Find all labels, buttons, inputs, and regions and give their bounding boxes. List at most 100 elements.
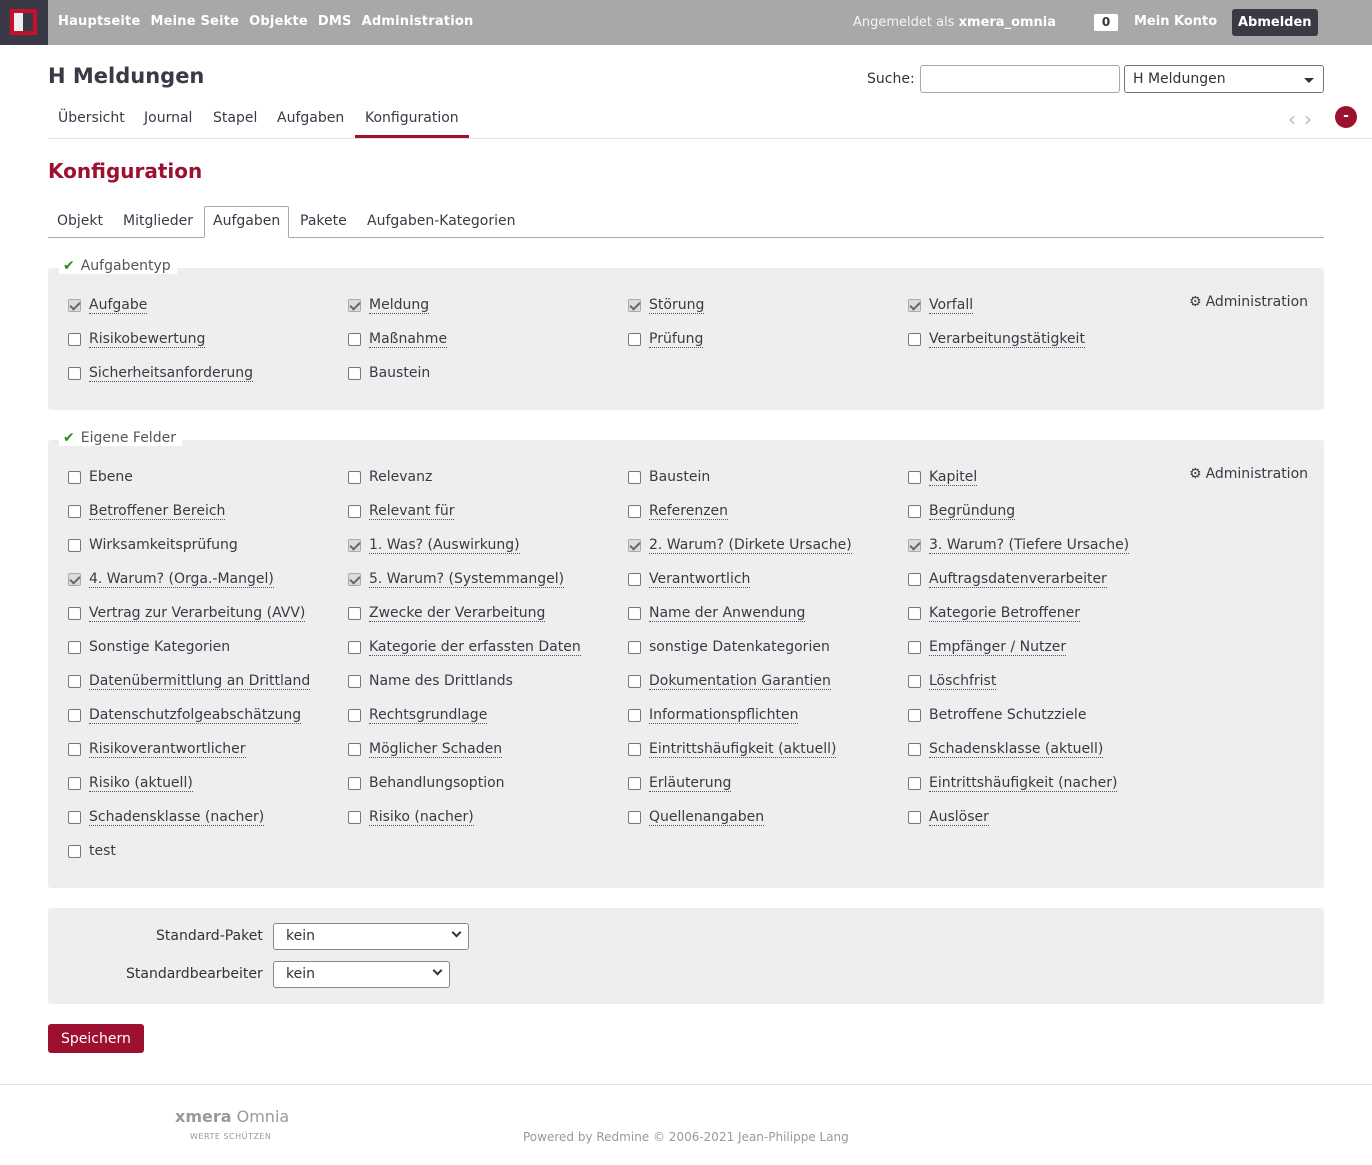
checkbox-label[interactable]: Prüfung: [649, 331, 704, 348]
checkbox-unchecked[interactable]: [68, 743, 81, 756]
checkbox-item[interactable]: Betroffener Bereich: [68, 503, 226, 520]
custom-fields-admin-link[interactable]: ⚙ Administration: [1189, 466, 1308, 482]
custom-fields-legend[interactable]: ✔ Eigene Felder: [59, 430, 182, 446]
checkbox-unchecked[interactable]: [348, 333, 361, 346]
checkbox-item[interactable]: Baustein: [348, 365, 430, 381]
checkbox-label[interactable]: Meldung: [369, 297, 430, 314]
app-logo[interactable]: [0, 0, 48, 45]
checkbox-item[interactable]: Schadensklasse (nacher): [68, 809, 265, 826]
checkbox-label[interactable]: Risikoverantwortlicher: [89, 741, 246, 758]
checkbox-label[interactable]: Risiko (aktuell): [89, 775, 193, 792]
checkbox-checked[interactable]: [348, 573, 361, 586]
top-nav-hauptseite[interactable]: Hauptseite: [58, 14, 140, 29]
checkbox-label[interactable]: Vorfall: [929, 297, 974, 314]
my-account-link[interactable]: Mein Konto: [1134, 14, 1217, 29]
checkbox-unchecked[interactable]: [628, 743, 641, 756]
checkbox-unchecked[interactable]: [348, 607, 361, 620]
checkbox-unchecked[interactable]: [628, 777, 641, 790]
checkbox-unchecked[interactable]: [68, 709, 81, 722]
checkbox-checked[interactable]: [68, 573, 81, 586]
checkbox-checked[interactable]: [628, 539, 641, 552]
checkbox-item[interactable]: Meldung: [348, 297, 430, 314]
checkbox-item[interactable]: Aufgabe: [68, 297, 148, 314]
checkbox-unchecked[interactable]: [908, 573, 921, 586]
checkbox-unchecked[interactable]: [68, 333, 81, 346]
checkbox-unchecked[interactable]: [348, 776, 361, 790]
checkbox-item[interactable]: Betroffene Schutzziele: [908, 707, 1086, 723]
checkbox-checked[interactable]: [908, 299, 921, 312]
checkbox-checked[interactable]: [348, 539, 361, 552]
checkbox-item[interactable]: Auftragsdatenverarbeiter: [908, 571, 1107, 588]
checkbox-label[interactable]: Kategorie Betroffener: [929, 605, 1080, 622]
checkbox-item[interactable]: Wirksamkeitsprüfung: [68, 537, 238, 553]
checkbox-checked[interactable]: [908, 539, 921, 552]
checkbox-unchecked[interactable]: [68, 470, 81, 484]
checkbox-item[interactable]: Empfänger / Nutzer: [908, 639, 1067, 656]
settings-tab-pakete[interactable]: Pakete: [300, 213, 347, 229]
tracker-admin-link[interactable]: ⚙ Administration: [1189, 294, 1308, 310]
project-jump-select[interactable]: H Meldungen: [1124, 65, 1324, 93]
checkbox-label[interactable]: Sicherheitsanforderung: [89, 365, 253, 382]
checkbox-label[interactable]: Risikobewertung: [89, 331, 206, 348]
tab-aufgaben[interactable]: Aufgaben: [277, 110, 344, 126]
top-nav-dms[interactable]: DMS: [318, 14, 352, 29]
checkbox-item[interactable]: Möglicher Schaden: [348, 741, 503, 758]
checkbox-label[interactable]: Schadensklasse (aktuell): [929, 741, 1104, 758]
checkbox-item[interactable]: Verantwortlich: [628, 571, 751, 588]
checkbox-label[interactable]: Quellenangaben: [649, 809, 765, 826]
checkbox-item[interactable]: 5. Warum? (Systemmangel): [348, 571, 565, 588]
notification-badge[interactable]: 0: [1094, 14, 1118, 31]
checkbox-label[interactable]: Erläuterung: [649, 775, 732, 792]
checkbox-label[interactable]: Datenschutzfolgeabschätzung: [89, 707, 302, 724]
checkbox-label[interactable]: Störung: [649, 297, 705, 314]
checkbox-item[interactable]: Vertrag zur Verarbeitung (AVV): [68, 605, 306, 622]
checkbox-item[interactable]: Kapitel: [908, 469, 978, 486]
checkbox-item[interactable]: 4. Warum? (Orga.-Mangel): [68, 571, 274, 588]
checkbox-unchecked[interactable]: [348, 743, 361, 756]
checkbox-unchecked[interactable]: [908, 811, 921, 824]
checkbox-label[interactable]: 3. Warum? (Tiefere Ursache): [929, 537, 1130, 554]
checkbox-unchecked[interactable]: [348, 674, 361, 688]
checkbox-item[interactable]: Verarbeitungstätigkeit: [908, 331, 1085, 348]
checkbox-item[interactable]: Datenschutzfolgeabschätzung: [68, 707, 302, 724]
checkbox-checked[interactable]: [68, 299, 81, 312]
checkbox-label[interactable]: Zwecke der Verarbeitung: [369, 605, 546, 622]
checkbox-item[interactable]: Begründung: [908, 503, 1016, 520]
checkbox-item[interactable]: Risikobewertung: [68, 331, 206, 348]
top-nav-administration[interactable]: Administration: [362, 14, 474, 29]
checkbox-label[interactable]: Begründung: [929, 503, 1016, 520]
checkbox-item[interactable]: Name des Drittlands: [348, 673, 513, 689]
checkbox-unchecked[interactable]: [908, 333, 921, 346]
checkbox-label[interactable]: Auslöser: [929, 809, 989, 826]
checkbox-unchecked[interactable]: [68, 675, 81, 688]
logout-button[interactable]: Abmelden: [1232, 9, 1318, 36]
checkbox-item[interactable]: Erläuterung: [628, 775, 732, 792]
tab-stapel[interactable]: Stapel: [213, 110, 257, 126]
checkbox-item[interactable]: Störung: [628, 297, 705, 314]
checkbox-item[interactable]: Behandlungsoption: [348, 775, 505, 791]
checkbox-item[interactable]: Zwecke der Verarbeitung: [348, 605, 546, 622]
checkbox-label[interactable]: 5. Warum? (Systemmangel): [369, 571, 565, 588]
default-package-select[interactable]: kein: [273, 923, 469, 950]
checkbox-item[interactable]: Quellenangaben: [628, 809, 765, 826]
top-nav-meine-seite[interactable]: Meine Seite: [150, 14, 239, 29]
checkbox-item[interactable]: test: [68, 843, 116, 859]
checkbox-label[interactable]: Dokumentation Garantien: [649, 673, 831, 690]
checkbox-item[interactable]: Eintrittshäufigkeit (aktuell): [628, 741, 837, 758]
tab-scroll-arrows[interactable]: ‹›: [1288, 107, 1320, 131]
checkbox-label[interactable]: 2. Warum? (Dirkete Ursache): [649, 537, 852, 554]
checkbox-item[interactable]: Risiko (nacher): [348, 809, 474, 826]
checkbox-item[interactable]: Sicherheitsanforderung: [68, 365, 253, 382]
checkbox-label[interactable]: Rechtsgrundlage: [369, 707, 488, 724]
checkbox-item[interactable]: Kategorie der erfassten Daten: [348, 639, 581, 656]
checkbox-unchecked[interactable]: [628, 709, 641, 722]
default-assignee-select[interactable]: kein: [273, 961, 450, 988]
checkbox-unchecked[interactable]: [908, 708, 921, 722]
checkbox-label[interactable]: Vertrag zur Verarbeitung (AVV): [89, 605, 306, 622]
checkbox-unchecked[interactable]: [68, 367, 81, 380]
checkbox-unchecked[interactable]: [68, 777, 81, 790]
checkbox-item[interactable]: Relevant für: [348, 503, 455, 520]
checkbox-unchecked[interactable]: [68, 640, 81, 654]
checkbox-item[interactable]: Prüfung: [628, 331, 704, 348]
checkbox-unchecked[interactable]: [348, 811, 361, 824]
